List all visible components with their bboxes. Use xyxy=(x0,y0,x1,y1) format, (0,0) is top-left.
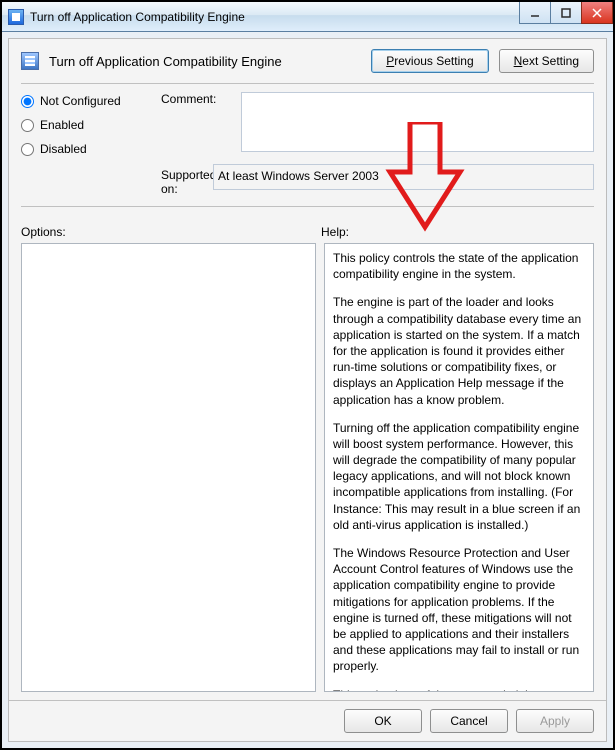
state-radio-group: Not Configured Enabled Disabled xyxy=(21,92,161,156)
options-panel xyxy=(21,243,316,692)
app-icon xyxy=(8,9,24,25)
help-paragraph: Turning off the application compatibilit… xyxy=(333,420,585,533)
divider-2 xyxy=(21,206,594,207)
radio-not-configured-label: Not Configured xyxy=(40,94,121,108)
policy-icon xyxy=(21,52,39,70)
window-controls xyxy=(520,2,613,31)
help-panel[interactable]: This policy controls the state of the ap… xyxy=(324,243,594,692)
radio-disabled-input[interactable] xyxy=(21,143,34,156)
minimize-button[interactable] xyxy=(519,2,551,24)
panels-row: This policy controls the state of the ap… xyxy=(9,243,606,700)
maximize-button[interactable] xyxy=(550,2,582,24)
radio-disabled[interactable]: Disabled xyxy=(21,142,161,156)
policy-header: Turn off Application Compatibility Engin… xyxy=(9,39,606,79)
radio-enabled[interactable]: Enabled xyxy=(21,118,161,132)
settings-grid: Not Configured Enabled Disabled Comment:… xyxy=(9,92,606,196)
panel-labels: Options: Help: xyxy=(9,215,606,243)
window-title: Turn off Application Compatibility Engin… xyxy=(30,10,520,24)
divider xyxy=(21,83,594,84)
radio-disabled-label: Disabled xyxy=(40,142,87,156)
policy-title: Turn off Application Compatibility Engin… xyxy=(49,54,361,69)
close-button[interactable] xyxy=(581,2,613,24)
help-paragraph: The Windows Resource Protection and User… xyxy=(333,545,585,675)
radio-not-configured[interactable]: Not Configured xyxy=(21,94,161,108)
supported-on-label: Supported on: xyxy=(161,164,213,196)
comment-textarea[interactable] xyxy=(241,92,594,152)
radio-not-configured-input[interactable] xyxy=(21,95,34,108)
previous-setting-button[interactable]: Previous Setting xyxy=(371,49,488,73)
radio-enabled-input[interactable] xyxy=(21,119,34,132)
supported-on-value: At least Windows Server 2003 xyxy=(213,164,594,190)
help-paragraph: The engine is part of the loader and loo… xyxy=(333,294,585,407)
options-label: Options: xyxy=(21,225,321,239)
comment-label: Comment: xyxy=(161,92,241,106)
cancel-button[interactable]: Cancel xyxy=(430,709,508,733)
radio-enabled-label: Enabled xyxy=(40,118,84,132)
ok-button[interactable]: OK xyxy=(344,709,422,733)
dialog-button-bar: OK Cancel Apply xyxy=(9,700,606,741)
window-title-bar: Turn off Application Compatibility Engin… xyxy=(2,2,613,32)
help-paragraph: This policy controls the state of the ap… xyxy=(333,250,585,282)
help-paragraph: This option is useful to server administ… xyxy=(333,687,585,693)
help-label: Help: xyxy=(321,225,594,239)
apply-button[interactable]: Apply xyxy=(516,709,594,733)
next-setting-button[interactable]: Next Setting xyxy=(499,49,594,73)
